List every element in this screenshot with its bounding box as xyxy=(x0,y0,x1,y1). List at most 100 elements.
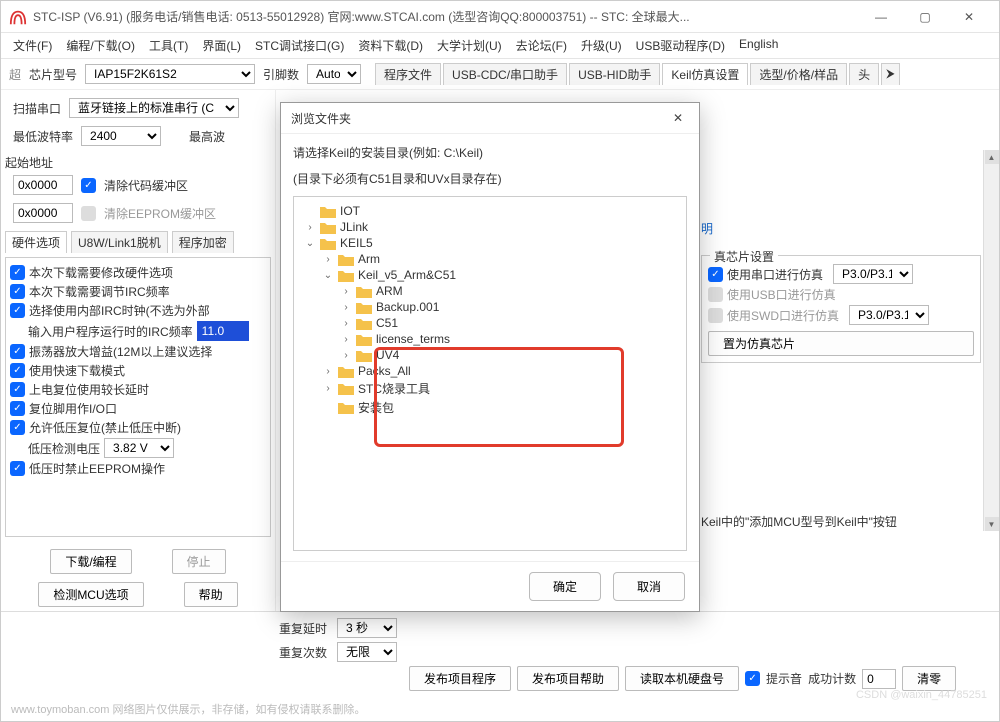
tree-item-c51[interactable]: ›C51 xyxy=(338,315,682,331)
tab-usb-cdc[interactable]: USB-CDC/串口助手 xyxy=(443,63,567,85)
success-count[interactable] xyxy=(862,669,896,689)
help-button[interactable]: 帮助 xyxy=(184,582,238,607)
publish-prog-button[interactable]: 发布项目程序 xyxy=(409,666,511,691)
hw-options-panel: ✓本次下载需要修改硬件选项 ✓本次下载需要调节IRC频率 ✓选择使用内部IRC时… xyxy=(5,257,271,537)
hw-opt-0: 本次下载需要修改硬件选项 xyxy=(29,264,173,281)
addr1-input[interactable] xyxy=(13,175,73,195)
sim-swd-port[interactable]: P3.0/P3.1 xyxy=(849,305,929,325)
retry-count-label: 重复次数 xyxy=(279,644,327,661)
hw-opt-7: 复位脚用作I/O口 xyxy=(29,400,117,417)
hw-opt-4: 振荡器放大增益(12M以上建议选择 xyxy=(29,343,212,360)
stop-button[interactable]: 停止 xyxy=(172,549,226,574)
close-button[interactable]: ✕ xyxy=(947,2,991,32)
addr2-input[interactable] xyxy=(13,203,73,223)
set-sim-chip-button[interactable]: 置为仿真芯片 xyxy=(708,331,974,356)
menu-download[interactable]: 资料下载(D) xyxy=(358,37,423,54)
hw-opt-8-check[interactable]: ✓ xyxy=(10,420,25,435)
hw-opt-0-check[interactable]: ✓ xyxy=(10,265,25,280)
hw-opt-10-check[interactable]: ✓ xyxy=(10,461,25,476)
beep-label: 提示音 xyxy=(766,670,802,687)
clear-code-check[interactable]: ✓ xyxy=(81,178,96,193)
pins-select[interactable]: Auto xyxy=(307,64,361,84)
window-title: STC-ISP (V6.91) (服务电话/销售电话: 0513-5501292… xyxy=(33,8,859,25)
tree-item-uv4[interactable]: ›UV4 xyxy=(338,347,682,363)
menu-program[interactable]: 编程/下载(O) xyxy=(66,37,135,54)
retry-count-select[interactable]: 无限 xyxy=(337,642,397,662)
irc-freq-input[interactable] xyxy=(197,321,249,341)
hw-tab-u8w[interactable]: U8W/Link1脱机 xyxy=(71,231,168,253)
download-button[interactable]: 下载/编程 xyxy=(50,549,131,574)
sim-instr[interactable]: 明 xyxy=(701,220,981,237)
sim-panel: 明 真芯片设置 ✓使用串口进行仿真 P3.0/P3.1 使用USB口进行仿真 使… xyxy=(701,220,981,530)
maximize-button[interactable]: ▢ xyxy=(903,2,947,32)
modal-cancel-button[interactable]: 取消 xyxy=(613,572,685,601)
menu-upgrade[interactable]: 升级(U) xyxy=(581,37,622,54)
beep-check[interactable]: ✓ xyxy=(745,671,760,686)
vertical-scrollbar[interactable]: ▲ ▼ xyxy=(983,150,999,531)
clear-button[interactable]: 清零 xyxy=(902,666,956,691)
hw-opt-10: 低压时禁止EEPROM操作 xyxy=(29,460,165,477)
scroll-up-icon[interactable]: ▲ xyxy=(985,150,999,164)
min-baud-label: 最低波特率 xyxy=(13,128,73,145)
tab-header[interactable]: 头 xyxy=(849,63,879,85)
menu-interface[interactable]: 界面(L) xyxy=(202,37,241,54)
sim-usb-check[interactable] xyxy=(708,287,723,302)
detect-mcu-button[interactable]: 检测MCU选项 xyxy=(38,582,143,607)
tab-program-file[interactable]: 程序文件 xyxy=(375,63,441,85)
hw-opt-2-check[interactable]: ✓ xyxy=(10,303,25,318)
tree-item-packs[interactable]: ›Packs_All xyxy=(320,363,682,379)
tree-item-jlink[interactable]: ›JLink xyxy=(302,219,682,235)
watermark: CSDN @waixin_44785251 xyxy=(856,689,987,701)
serial-port-select[interactable]: 蓝牙链接上的标准串行 (C xyxy=(69,98,239,118)
sim-usb-label: 使用USB口进行仿真 xyxy=(727,286,836,303)
hw-opt-5-check[interactable]: ✓ xyxy=(10,363,25,378)
lv-voltage-select[interactable]: 3.82 V xyxy=(104,438,174,458)
read-disk-button[interactable]: 读取本机硬盘号 xyxy=(625,666,739,691)
min-baud-select[interactable]: 2400 xyxy=(81,126,161,146)
hw-tab-options[interactable]: 硬件选项 xyxy=(5,231,67,253)
menu-stc-debug[interactable]: STC调试接口(G) xyxy=(255,37,344,54)
tree-item-backup[interactable]: ›Backup.001 xyxy=(338,299,682,315)
tree-item-arm[interactable]: ›Arm xyxy=(320,251,682,267)
hw-opt-2: 选择使用内部IRC时钟(不选为外部 xyxy=(29,302,210,319)
modal-close-icon[interactable]: ✕ xyxy=(667,109,689,127)
hw-tab-encrypt[interactable]: 程序加密 xyxy=(172,231,234,253)
tab-keil-sim[interactable]: Keil仿真设置 xyxy=(662,63,748,85)
minimize-button[interactable]: ― xyxy=(859,2,903,32)
tree-item-keil5[interactable]: ⌄KEIL5 xyxy=(302,235,682,251)
menu-university[interactable]: 大学计划(U) xyxy=(437,37,502,54)
hw-opt-6-check[interactable]: ✓ xyxy=(10,382,25,397)
menu-tools[interactable]: 工具(T) xyxy=(149,37,188,54)
scroll-down-icon[interactable]: ▼ xyxy=(985,517,999,531)
left-panel: 扫描串口 蓝牙链接上的标准串行 (C 最低波特率 2400 最高波 起始地址 ✓… xyxy=(1,90,276,611)
retry-delay-select[interactable]: 3 秒 xyxy=(337,618,397,638)
sim-swd-check[interactable] xyxy=(708,308,723,323)
tab-price[interactable]: 选型/价格/样品 xyxy=(750,63,847,85)
folder-tree[interactable]: IOT ›JLink ⌄KEIL5 ›Arm ⌄Keil_v5_Arm&C51 … xyxy=(298,203,682,417)
tree-item-keilv5[interactable]: ⌄Keil_v5_Arm&C51 xyxy=(320,267,682,283)
modal-ok-button[interactable]: 确定 xyxy=(529,572,601,601)
modal-title: 浏览文件夹 xyxy=(291,110,351,127)
tree-item-arm2[interactable]: ›ARM xyxy=(338,283,682,299)
tree-item-iot[interactable]: IOT xyxy=(302,203,682,219)
titlebar: STC-ISP (V6.91) (服务电话/销售电话: 0513-5501292… xyxy=(1,1,999,33)
menu-english[interactable]: English xyxy=(739,37,778,54)
hw-opt-1-check[interactable]: ✓ xyxy=(10,284,25,299)
tree-item-install[interactable]: 安装包 xyxy=(320,398,682,417)
chip-select[interactable]: IAP15F2K61S2 xyxy=(85,64,255,84)
sim-serial-port[interactable]: P3.0/P3.1 xyxy=(833,264,913,284)
menu-forum[interactable]: 去论坛(F) xyxy=(516,37,567,54)
tree-item-stc-tool[interactable]: ›STC烧录工具 xyxy=(320,379,682,398)
retry-delay-label: 重复延时 xyxy=(279,620,327,637)
clear-eeprom-check[interactable] xyxy=(81,206,96,221)
hw-opt-4-check[interactable]: ✓ xyxy=(10,344,25,359)
tree-item-license[interactable]: ›license_terms xyxy=(338,331,682,347)
menu-usb-driver[interactable]: USB驱动程序(D) xyxy=(636,37,725,54)
menu-file[interactable]: 文件(F) xyxy=(13,37,52,54)
menubar: 文件(F) 编程/下载(O) 工具(T) 界面(L) STC调试接口(G) 资料… xyxy=(1,33,999,59)
publish-help-button[interactable]: 发布项目帮助 xyxy=(517,666,619,691)
tab-usb-hid[interactable]: USB-HID助手 xyxy=(569,63,660,85)
hw-opt-7-check[interactable]: ✓ xyxy=(10,401,25,416)
tabs-scroll-right[interactable]: ⮞ xyxy=(881,63,900,85)
sim-serial-check[interactable]: ✓ xyxy=(708,267,723,282)
